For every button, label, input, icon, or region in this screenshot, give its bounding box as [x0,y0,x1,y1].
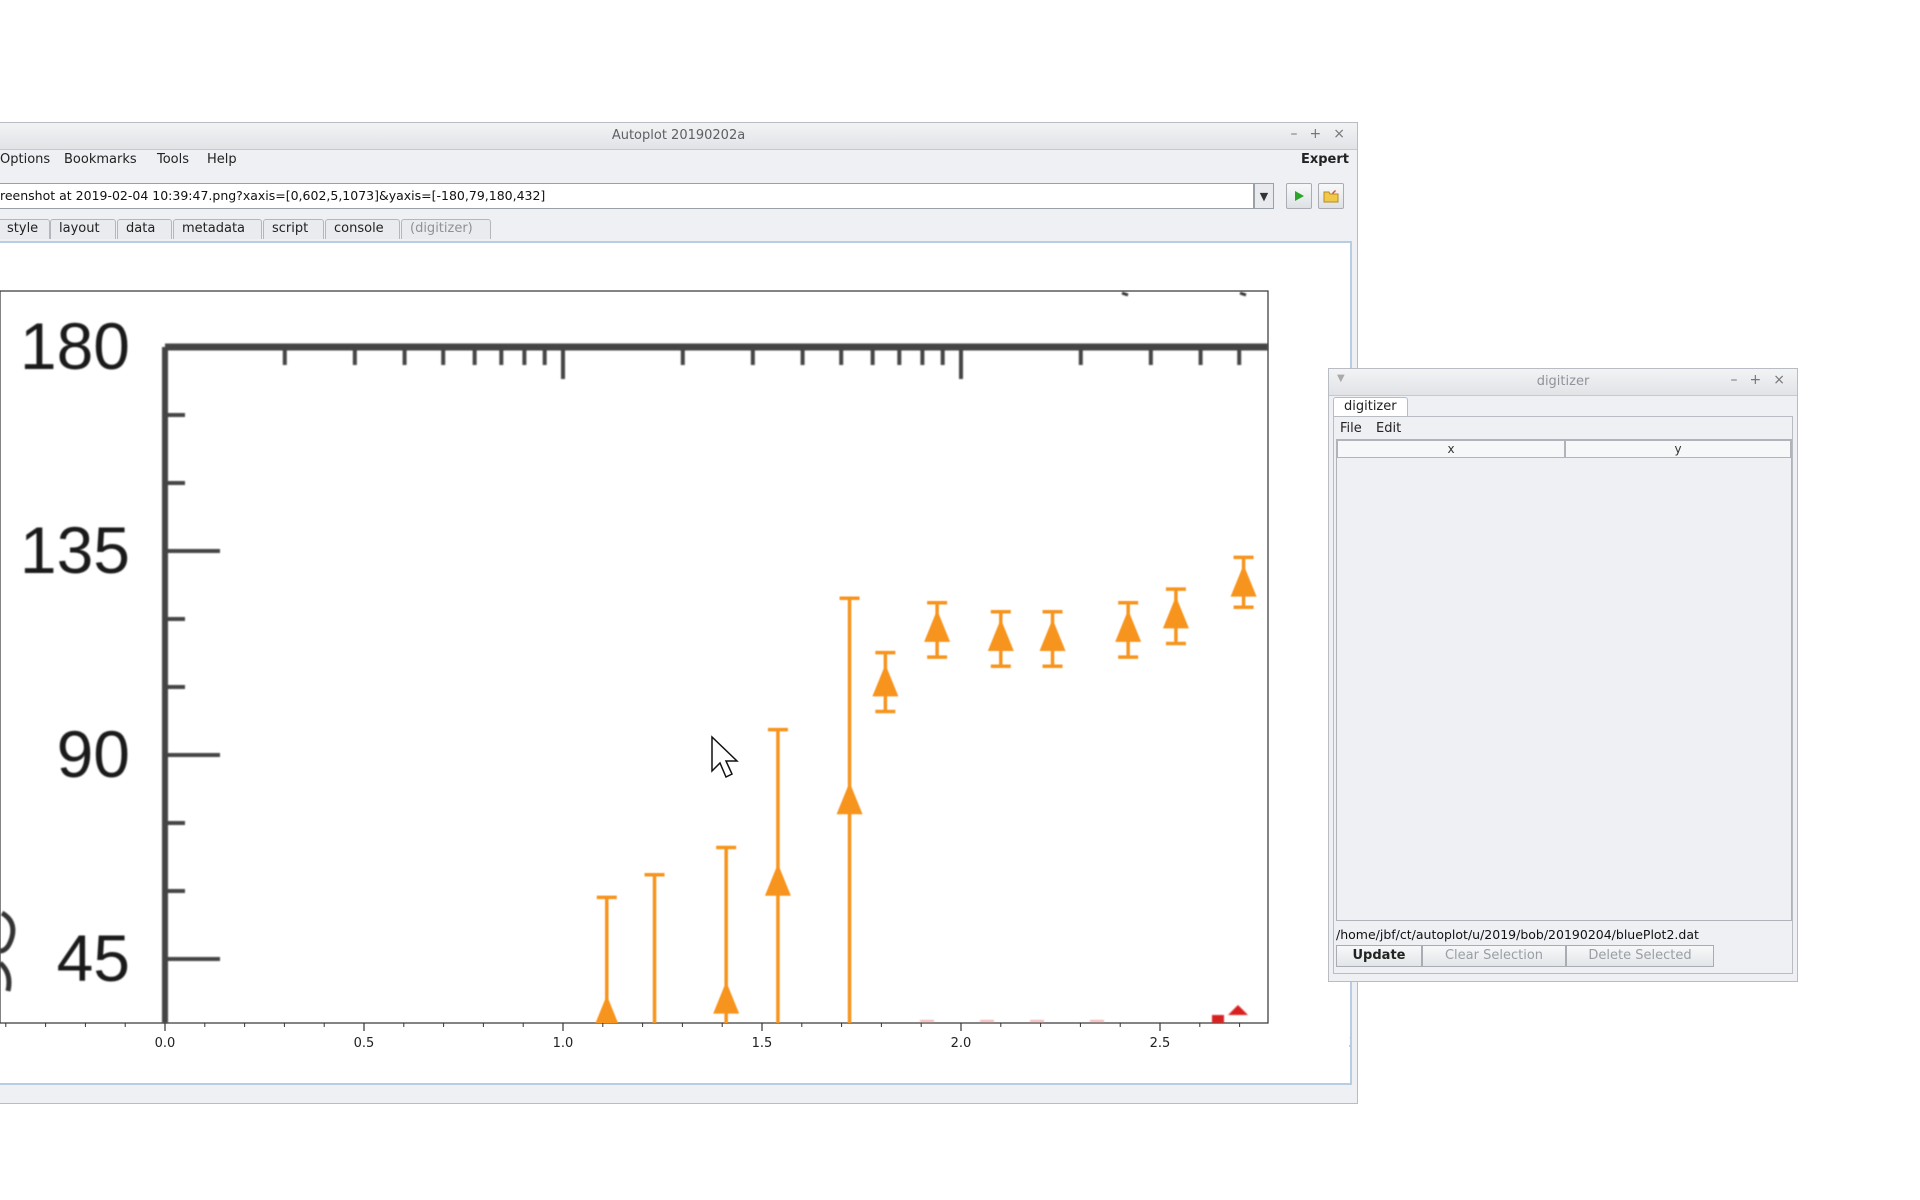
menu-help[interactable]: Help [207,152,237,167]
uri-dropdown-button[interactable]: ▼ [1254,183,1274,209]
x-tick-label: 3.0 [1349,1036,1350,1051]
x-tick-label: 2.5 [1150,1036,1171,1051]
image-y-label-45: 45 [57,921,130,995]
status-bar [0,1085,1357,1103]
output-file-path: /home/jbf/ct/autoplot/u/2019/bob/2019020… [1336,927,1699,942]
tab-layout[interactable]: layout [50,219,116,239]
delete-selected-button[interactable]: Delete Selected [1566,945,1714,967]
digitizer-window: ▼ digitizer – + × digitizer File Edit x … [1328,368,1798,982]
maximize-icon[interactable]: + [1750,372,1762,388]
plot-svg[interactable]: 180 135 90 45 50.00.51.01.52.02.53.0 [0,243,1350,1083]
digitizer-title: digitizer [1536,374,1590,389]
digitizer-panel: File Edit x y /home/jbf/ct/autoplot/u/20… [1333,416,1793,974]
uri-input[interactable]: reenshot at 2019-02-04 10:39:47.png?xaxi… [0,183,1254,209]
data-point-triangle [642,1072,668,1083]
tab-style[interactable]: style [0,219,50,239]
image-y-label-180: 180 [20,309,130,383]
main-titlebar[interactable]: Autoplot 20190202a – + × [0,123,1357,150]
digitizer-menu-edit[interactable]: Edit [1376,421,1401,436]
digitizer-tab[interactable]: digitizer [1333,397,1408,418]
triangle-down-icon: ▼ [1259,189,1269,203]
x-tick-label: 0.5 [354,1036,375,1051]
digitizer-menu-file[interactable]: File [1340,421,1362,436]
x-tick-label: 1.0 [553,1036,574,1051]
x-tick-label: 0.0 [155,1036,176,1051]
column-header-y[interactable]: y [1565,440,1791,458]
minimize-icon[interactable]: – [1291,126,1298,142]
x-tick-label: 1.5 [752,1036,773,1051]
close-icon[interactable]: × [1773,372,1785,388]
image-y-label-135: 135 [20,513,130,587]
digitizer-table[interactable]: x y [1336,439,1792,921]
window-title: Autoplot 20190202a [611,128,746,143]
tab-metadata[interactable]: metadata [173,219,262,239]
close-icon[interactable]: × [1333,126,1345,142]
clear-selection-button[interactable]: Clear Selection [1422,945,1566,967]
menu-bookmarks[interactable]: Bookmarks [64,152,137,167]
maximize-icon[interactable]: + [1310,126,1322,142]
tab-console[interactable]: console [325,219,400,239]
update-button[interactable]: Update [1336,945,1422,967]
expert-menu[interactable]: Expert [1301,152,1349,167]
browse-button[interactable] [1318,183,1344,209]
tab-script[interactable]: script [263,219,324,239]
data-point-triangle [1282,528,1308,560]
tab-data[interactable]: data [117,219,172,239]
tab-strip: style layout data metadata script consol… [0,219,1357,241]
x-tick-label: 2.0 [951,1036,972,1051]
play-icon [1295,191,1304,201]
plot-frame [0,290,1269,1024]
x-axis: 50.00.51.01.52.02.53.0 [5,1023,1350,1051]
minimize-icon[interactable]: – [1731,372,1738,388]
menu-tools[interactable]: Tools [157,152,189,167]
tab-digitizer[interactable]: (digitizer) [401,219,491,239]
digitizer-titlebar[interactable]: ▼ digitizer – + × [1329,369,1797,396]
plot-canvas-panel[interactable]: 180 135 90 45 50.00.51.01.52.02.53.0 [0,241,1352,1085]
folder-icon [1323,190,1339,203]
image-y-label-90: 90 [57,717,130,791]
autoplot-window: Autoplot 20190202a – + × Options Bookmar… [0,122,1358,1104]
uri-row: reenshot at 2019-02-04 10:39:47.png?xaxi… [0,183,1357,211]
menu-options[interactable]: Options [0,152,50,167]
menubar: Options Bookmarks Tools Help Expert [0,149,1357,171]
go-button[interactable] [1286,183,1312,209]
column-header-x[interactable]: x [1337,440,1565,458]
